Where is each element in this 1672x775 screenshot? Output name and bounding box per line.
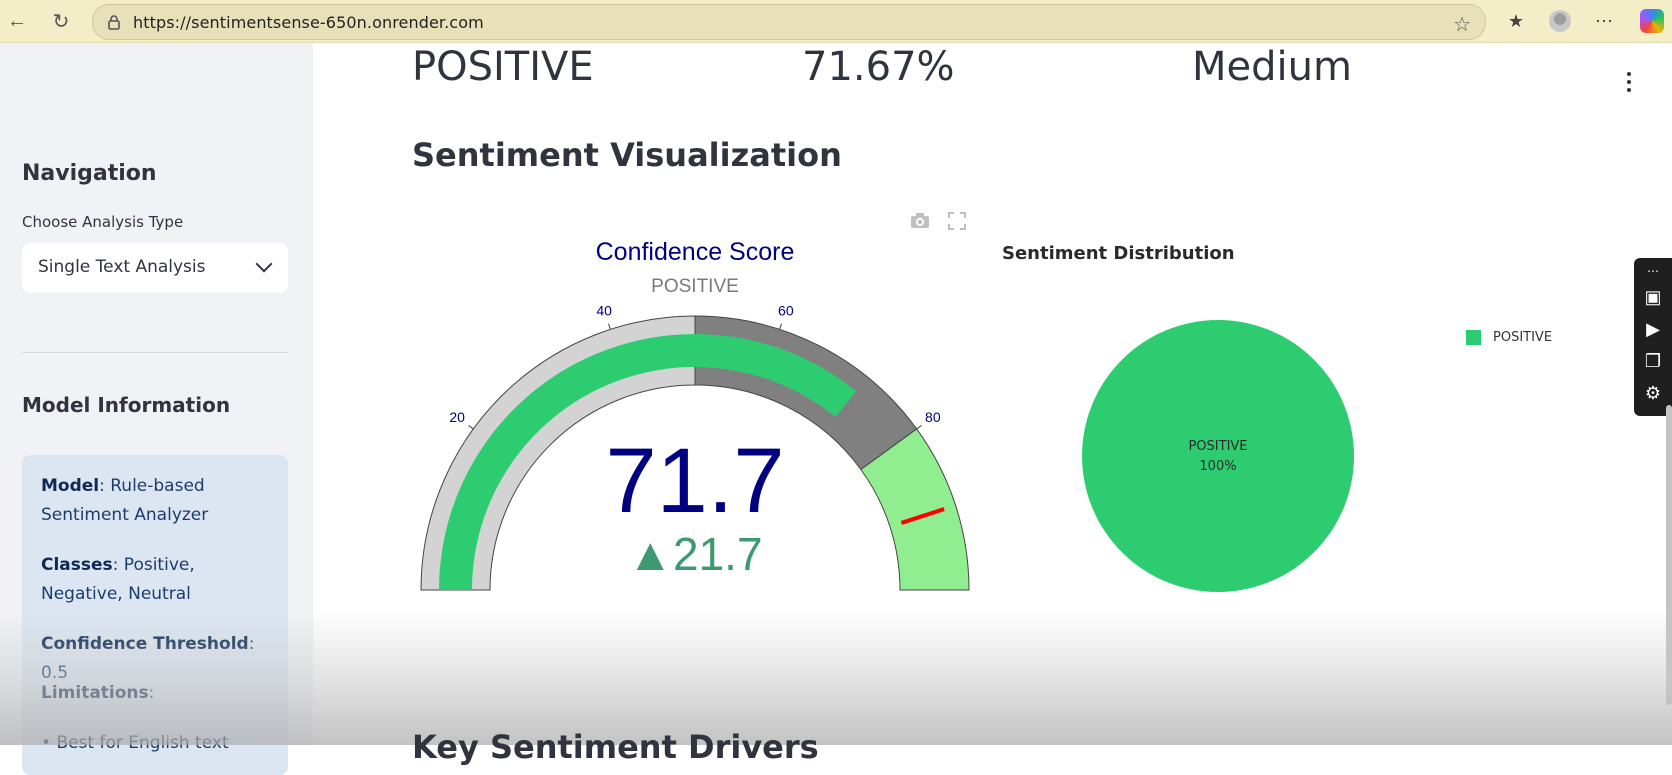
- video-icon[interactable]: ▶: [1642, 318, 1664, 340]
- gauge-tick: [468, 425, 474, 430]
- limitations-line: Limitations:: [41, 679, 271, 708]
- sidebar-divider: [22, 352, 288, 353]
- favorites-icon[interactable]: ★: [1502, 8, 1530, 34]
- settings-gear-icon[interactable]: ⚙: [1642, 382, 1664, 404]
- intensity-metric-value: Medium: [1192, 44, 1352, 90]
- back-icon[interactable]: ←: [4, 8, 30, 34]
- model-line: Model: Rule-based Sentiment Analyzer: [41, 472, 271, 530]
- classes-label: Classes: [41, 555, 113, 575]
- pie-chart-title: Sentiment Distribution: [1002, 243, 1235, 264]
- fullscreen-icon[interactable]: [948, 212, 968, 232]
- floating-toolbar: ⋯ ▣ ▶ ❐ ⚙: [1634, 258, 1672, 416]
- navigation-heading: Navigation: [22, 161, 157, 186]
- more-options-icon[interactable]: ⋯: [1590, 8, 1618, 34]
- refresh-icon[interactable]: ↻: [48, 8, 74, 34]
- gauge-subtitle: POSITIVE: [651, 276, 739, 297]
- lock-icon[interactable]: [105, 13, 123, 31]
- copilot-button[interactable]: [1638, 8, 1666, 34]
- favorite-star-icon[interactable]: ☆: [1453, 12, 1471, 37]
- next-section-title: Key Sentiment Drivers: [412, 728, 819, 766]
- analysis-type-select[interactable]: Single Text Analysis: [22, 243, 288, 293]
- chevron-down-icon: [255, 255, 273, 273]
- model-label: Model: [41, 476, 100, 496]
- sidebar: Navigation Choose Analysis Type Single T…: [0, 43, 313, 775]
- sentiment-distribution-pie: POSITIVE 100%: [1082, 320, 1354, 592]
- browser-toolbar: ← ↻ https://sentimentsense-650n.onrender…: [0, 0, 1672, 43]
- legend-label: POSITIVE: [1493, 330, 1553, 345]
- profile-button[interactable]: [1546, 8, 1574, 34]
- pie-slice[interactable]: [1082, 320, 1354, 592]
- confidence-gauge-chart: 20 40 60 80 Confidence Score POSITIVE 71.7▲21.…: [420, 238, 970, 591]
- sentiment-metric-value: POSITIVE: [412, 44, 594, 90]
- limitation-bullet-text: Best for English text: [56, 733, 229, 753]
- pie-slice-percent: 100%: [1199, 459, 1236, 474]
- gauge-tick-label: 20: [449, 409, 465, 425]
- classes-line: Classes: Positive, Negative, Neutral: [41, 551, 271, 609]
- threshold-label: Confidence Threshold: [41, 634, 249, 654]
- pie-legend[interactable]: POSITIVE: [1466, 330, 1552, 345]
- section-title: Sentiment Visualization: [412, 136, 842, 174]
- gauge-tick-label: 60: [778, 302, 794, 318]
- gauge-value-number: 71.7: [605, 430, 784, 532]
- pie-slice-label: POSITIVE: [1188, 439, 1247, 454]
- gauge-tick-label: 80: [925, 409, 941, 425]
- copilot-icon: [1640, 9, 1664, 33]
- camera-icon[interactable]: [910, 212, 930, 232]
- gauge-tick: [607, 323, 611, 330]
- url-text[interactable]: https://sentimentsense-650n.onrender.com: [133, 13, 484, 32]
- model-info-box: Model: Rule-based Sentiment Analyzer Cla…: [22, 455, 288, 775]
- gauge-tick-label: 40: [596, 302, 612, 318]
- analysis-type-label: Choose Analysis Type: [22, 213, 184, 231]
- address-bar[interactable]: https://sentimentsense-650n.onrender.com…: [92, 4, 1486, 40]
- analysis-type-value: Single Text Analysis: [38, 257, 206, 277]
- avatar: [1549, 10, 1571, 32]
- gauge-tick: [779, 323, 783, 330]
- pin-icon[interactable]: ⋯: [1642, 260, 1664, 282]
- screenshot-icon[interactable]: ▣: [1642, 286, 1664, 308]
- limitation-bullet: • Best for English text: [41, 733, 229, 753]
- legend-swatch: [1466, 330, 1481, 345]
- confidence-metric-value: 71.67%: [802, 44, 955, 90]
- window-icon[interactable]: ❐: [1642, 350, 1664, 372]
- limitations-colon: :: [148, 683, 155, 703]
- page-scrollbar[interactable]: [1666, 405, 1672, 705]
- gauge-title: Confidence Score: [596, 238, 795, 266]
- limitations-label: Limitations: [41, 683, 149, 703]
- model-information-heading: Model Information: [22, 393, 231, 417]
- gauge-tick: [916, 425, 922, 430]
- main-menu-icon[interactable]: [1627, 72, 1633, 92]
- gauge-delta: ▲21.7: [627, 528, 762, 580]
